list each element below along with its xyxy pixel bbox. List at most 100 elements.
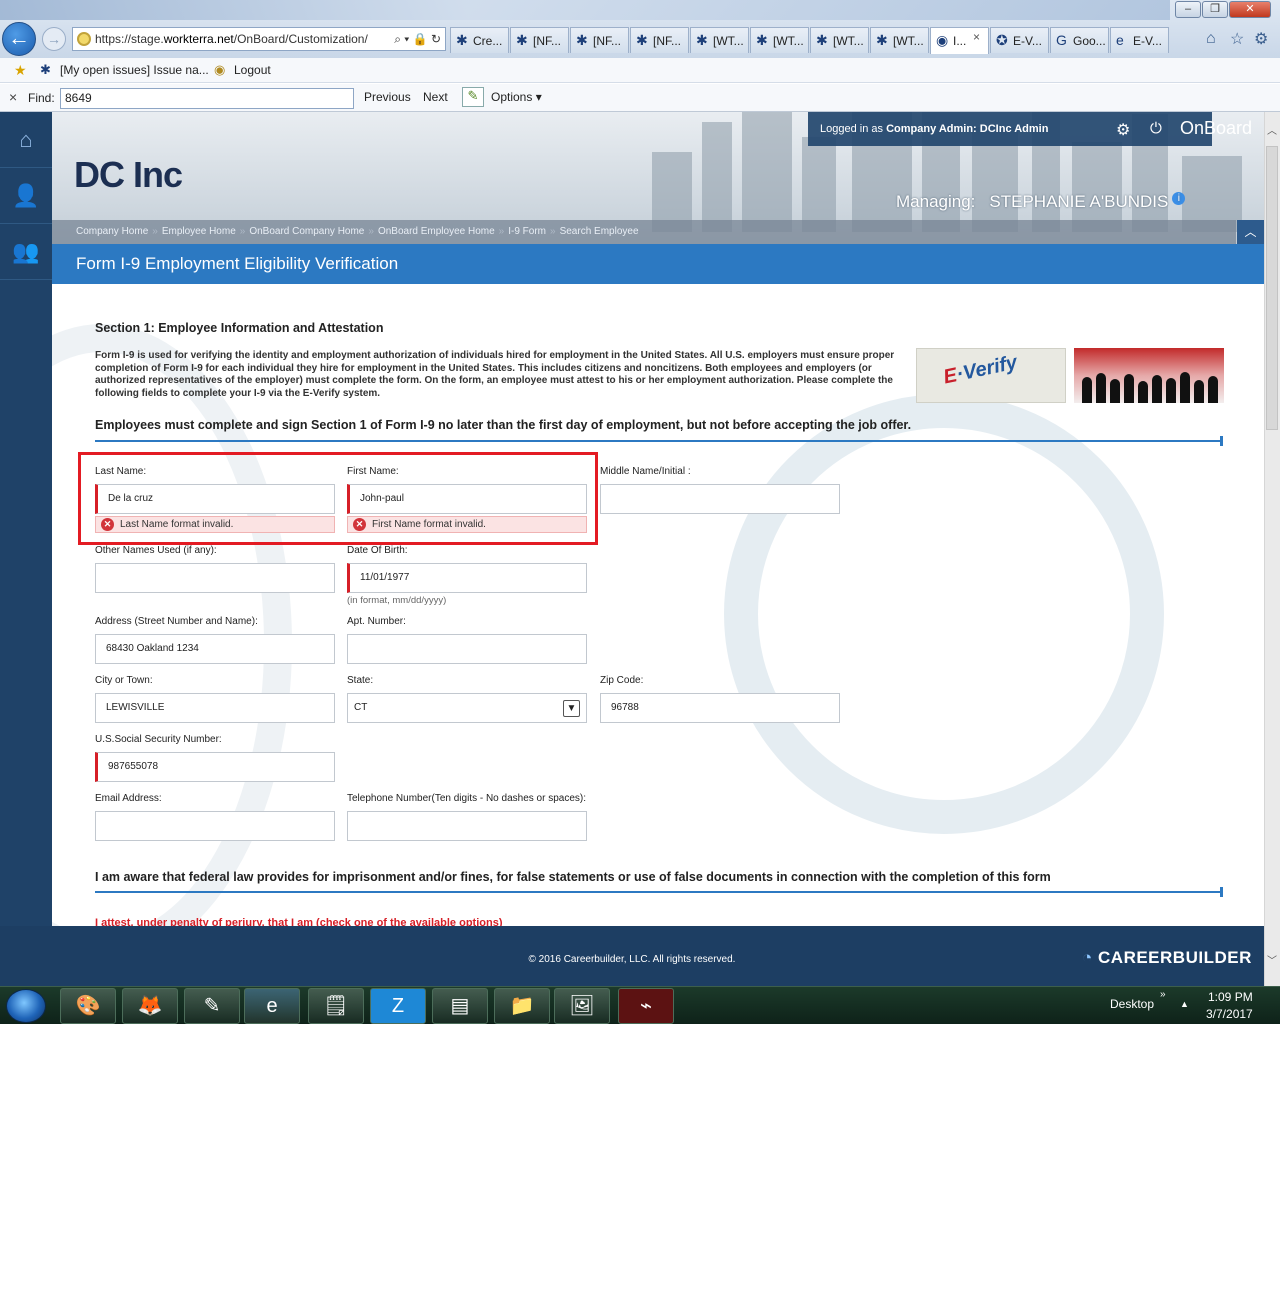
people-icon: 👥 bbox=[12, 239, 40, 264]
find-close-icon[interactable]: × bbox=[9, 89, 17, 105]
document-icon[interactable]: ▤ bbox=[432, 988, 488, 1024]
zip-input[interactable]: 96788 bbox=[600, 693, 840, 723]
close-window-button[interactable]: ✕ bbox=[1229, 1, 1271, 18]
info-icon[interactable]: i bbox=[1172, 192, 1186, 205]
rail-home-button[interactable]: ⌂ bbox=[0, 112, 52, 168]
city-input[interactable]: LEWISVILLE bbox=[95, 693, 335, 723]
favorite-link-issues[interactable]: [My open issues] Issue na... bbox=[60, 63, 209, 77]
browser-tab[interactable]: ✱ [WT... bbox=[690, 27, 749, 53]
folder-icon[interactable]: 📁 bbox=[494, 988, 550, 1024]
tools-gear-icon[interactable]: ⚙ bbox=[1254, 29, 1268, 49]
breadcrumb-link[interactable]: Employee Home bbox=[162, 226, 236, 237]
email-input[interactable] bbox=[95, 811, 335, 841]
zoom-z-icon[interactable]: Z bbox=[370, 988, 426, 1024]
breadcrumb-link[interactable]: OnBoard Employee Home bbox=[378, 226, 495, 237]
back-button[interactable]: ← bbox=[2, 22, 36, 56]
address-input[interactable]: 68430 Oakland 1234 bbox=[95, 634, 335, 664]
scroll-down-icon[interactable]: ﹀ bbox=[1264, 954, 1280, 970]
desktop-toolbar-label[interactable]: Desktop bbox=[1110, 997, 1154, 1011]
start-button[interactable] bbox=[6, 989, 46, 1023]
address-tools-icons[interactable]: ⌕ ▾ 🔒 ↻ bbox=[390, 28, 441, 50]
breadcrumb-link[interactable]: I-9 Form bbox=[508, 226, 546, 237]
breadcrumb-separator: » bbox=[368, 226, 374, 237]
find-next-button[interactable]: Next bbox=[423, 90, 448, 104]
page-viewport: ⌂ 👤 👥 DC Inc Logged in as Company Admin:… bbox=[0, 112, 1264, 986]
find-options-button[interactable]: Options ▾ bbox=[491, 90, 542, 104]
find-previous-button[interactable]: Previous bbox=[364, 90, 411, 104]
back-arrow-icon: ← bbox=[8, 25, 30, 50]
browser-tab[interactable]: G Goo... bbox=[1050, 27, 1109, 53]
browser-tab[interactable]: e E-V... bbox=[1110, 27, 1169, 53]
ssn-input[interactable]: 987655078 bbox=[95, 752, 335, 782]
logout-icon: ◉ bbox=[214, 62, 226, 77]
breadcrumb-separator: » bbox=[498, 226, 505, 237]
tab-favicon-icon: ✱ bbox=[516, 32, 528, 48]
browser-tab[interactable]: ✱ Cre... bbox=[450, 27, 509, 53]
address-bar[interactable]: https://stage.workterra.net/OnBoard/Cust… bbox=[72, 27, 446, 51]
breadcrumb-link[interactable]: Company Home bbox=[76, 226, 148, 237]
middle-name-input[interactable] bbox=[600, 484, 840, 514]
tab-label: [WT... bbox=[713, 34, 744, 48]
tab-label: [NF... bbox=[653, 34, 682, 48]
favorites-add-icon[interactable]: ★ bbox=[14, 62, 27, 79]
browser-tab[interactable]: ◉ I... bbox=[930, 27, 989, 54]
left-nav-rail: ⌂ 👤 👥 bbox=[0, 112, 52, 926]
tab-close-icon[interactable]: × bbox=[973, 30, 980, 44]
tab-favicon-icon: ✱ bbox=[636, 32, 648, 48]
attest-heading: I attest, under penalty of perjury, that… bbox=[95, 917, 503, 926]
settings-gear-icon[interactable]: ⚙ bbox=[1116, 120, 1130, 140]
rail-employees-button[interactable]: 👥 bbox=[0, 224, 52, 280]
breadcrumb-link[interactable]: OnBoard Company Home bbox=[249, 226, 364, 237]
state-select[interactable]: CT ▼ bbox=[347, 693, 587, 723]
power-logout-icon[interactable]: ⏻ bbox=[1150, 120, 1162, 137]
browser-tab[interactable]: ✱ [WT... bbox=[750, 27, 809, 53]
acrobat-icon[interactable]: ⌁ bbox=[618, 988, 674, 1024]
apt-input[interactable] bbox=[347, 634, 587, 664]
careerbuilder-mark-icon: ◔ bbox=[1082, 948, 1093, 967]
breadcrumb-separator: » bbox=[550, 226, 556, 237]
home-icon[interactable]: ⌂ bbox=[1206, 30, 1216, 48]
title-bar bbox=[0, 0, 1170, 20]
browser-tab[interactable]: ✱ [WT... bbox=[810, 27, 869, 53]
find-input[interactable]: 8649 bbox=[60, 88, 354, 109]
collapse-header-button[interactable]: ︿ bbox=[1237, 220, 1264, 244]
find-options-label: Options bbox=[491, 90, 533, 104]
browser-tab[interactable]: ✱ [NF... bbox=[630, 27, 689, 53]
managing-employee: Managing: STEPHANIE A'BUNDIS i bbox=[896, 192, 1186, 212]
dob-input[interactable]: 11/01/1977 bbox=[347, 563, 587, 593]
minimize-button[interactable]: – bbox=[1175, 1, 1201, 18]
scrollbar-thumb[interactable] bbox=[1266, 146, 1278, 430]
notepad-icon[interactable]: ✎ bbox=[184, 988, 240, 1024]
favorite-link-logout[interactable]: Logout bbox=[234, 63, 271, 77]
other-names-input[interactable] bbox=[95, 563, 335, 593]
home-icon: ⌂ bbox=[19, 127, 33, 152]
browser-tab[interactable]: ✱ [WT... bbox=[870, 27, 929, 53]
dob-format-hint: (in format, mm/dd/yyyy) bbox=[347, 595, 447, 606]
sticky-notes-icon[interactable]: 🗒 bbox=[308, 988, 364, 1024]
scroll-up-icon[interactable]: ︿ bbox=[1264, 124, 1280, 140]
browser-tab[interactable]: ✪ E-V... bbox=[990, 27, 1049, 53]
clock-time[interactable]: 1:09 PM bbox=[1208, 990, 1253, 1004]
maximize-button[interactable]: ❐ bbox=[1202, 1, 1228, 18]
internet-explorer-icon[interactable]: e bbox=[244, 988, 300, 1024]
rail-employee-button[interactable]: 👤 bbox=[0, 168, 52, 224]
logged-in-role: Company Admin: bbox=[886, 123, 977, 135]
firefox-icon[interactable]: 🦊 bbox=[122, 988, 178, 1024]
image-viewer-icon[interactable]: 🖼 bbox=[554, 988, 610, 1024]
paint-icon[interactable]: 🎨 bbox=[60, 988, 116, 1024]
favorites-star-icon[interactable]: ☆ bbox=[1230, 29, 1244, 49]
onboard-brand: OnBoard bbox=[1180, 118, 1253, 138]
highlight-icon[interactable]: ✎ bbox=[462, 87, 484, 107]
toolbar-overflow-icon[interactable]: » bbox=[1160, 989, 1166, 1000]
browser-tab[interactable]: ✱ [NF... bbox=[510, 27, 569, 53]
tab-label: E-V... bbox=[1013, 34, 1042, 48]
clock-date[interactable]: 3/7/2017 bbox=[1206, 1007, 1253, 1021]
phone-input[interactable] bbox=[347, 811, 587, 841]
breadcrumb-link[interactable]: Search Employee bbox=[560, 226, 639, 237]
tab-label: Goo... bbox=[1073, 34, 1106, 48]
managing-name: STEPHANIE A'BUNDIS bbox=[989, 192, 1169, 211]
forward-button[interactable]: → bbox=[42, 27, 66, 51]
tray-expand-icon[interactable]: ▲ bbox=[1180, 999, 1189, 1009]
browser-tab[interactable]: ✱ [NF... bbox=[570, 27, 629, 53]
chevron-down-icon[interactable]: ▼ bbox=[563, 700, 580, 717]
